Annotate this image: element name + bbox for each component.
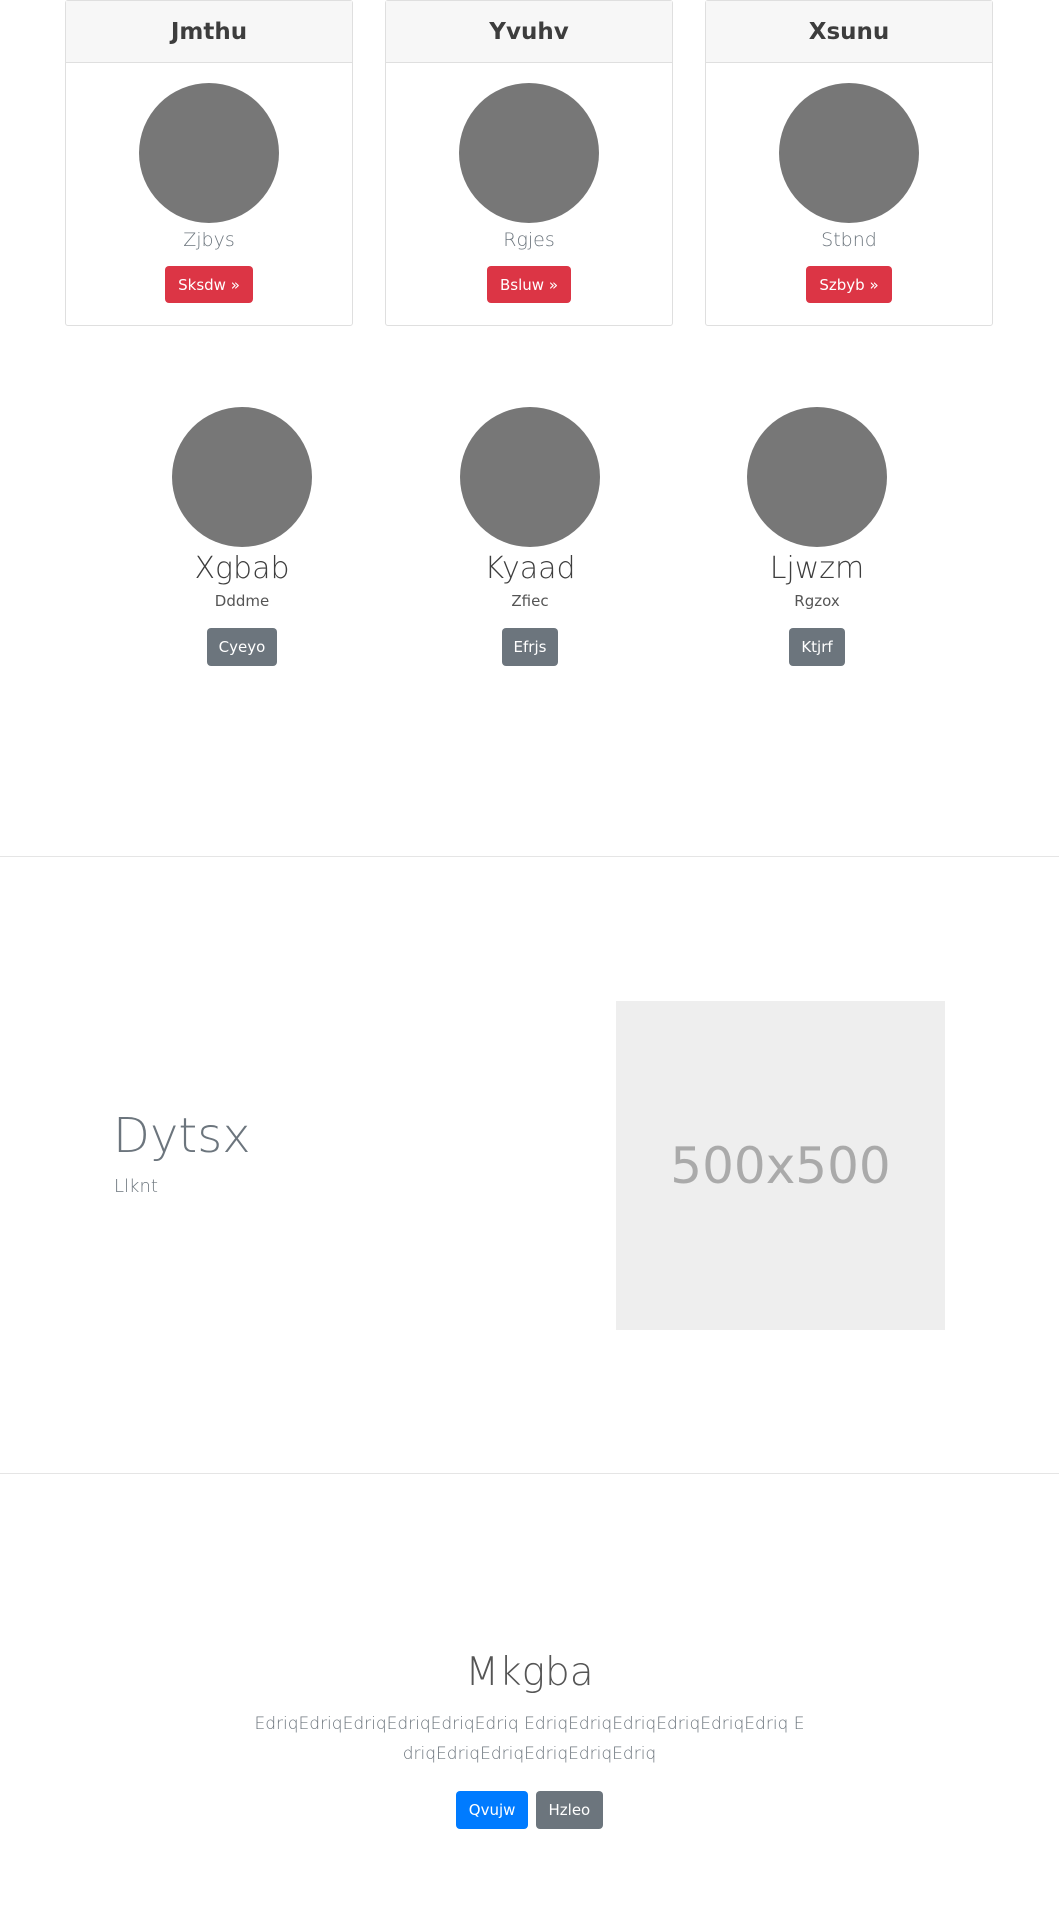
- member-button[interactable]: Efrjs: [501, 628, 559, 666]
- section-divider: [0, 856, 1059, 857]
- member-name: Ljwzm: [769, 551, 865, 586]
- team-member-2: Kyaad Zfiec Efrjs: [430, 407, 630, 666]
- member-name: Xgbab: [194, 551, 290, 586]
- member-name: Kyaad: [484, 551, 576, 586]
- placeholder-image-label: 500x500: [670, 1136, 891, 1195]
- hero-actions: Qvujw Hzleo: [0, 1791, 1059, 1829]
- card-1: Jmthu Zjbys Sksdw »: [65, 0, 353, 326]
- avatar: [460, 407, 600, 547]
- member-role: Zfiec: [511, 592, 549, 610]
- team-member-1: Xgbab Dddme Cyeyo: [142, 407, 342, 666]
- card-action-button[interactable]: Sksdw »: [165, 266, 253, 303]
- card-3: Xsunu Stbnd Szbyb »: [705, 0, 993, 326]
- hero-secondary-button[interactable]: Hzleo: [535, 1791, 604, 1829]
- member-role: Rgzox: [794, 592, 840, 610]
- avatar: [779, 83, 919, 223]
- avatar: [139, 83, 279, 223]
- card-action-button[interactable]: Szbyb »: [806, 266, 892, 303]
- card-subtitle: Stbnd: [821, 229, 877, 251]
- section-divider: [0, 1473, 1059, 1474]
- card-subtitle: Rgjes: [503, 229, 555, 251]
- feature-subtitle: Llknt: [114, 1176, 158, 1197]
- member-role: Dddme: [214, 592, 270, 610]
- hero-section: Mkgba EdriqEdriqEdriqEdriqEdriqEdriq Edr…: [0, 1650, 1059, 1829]
- card-header: Xsunu: [706, 1, 992, 63]
- placeholder-image: 500x500: [616, 1001, 945, 1330]
- card-action-button[interactable]: Bsluw »: [487, 266, 571, 303]
- avatar: [459, 83, 599, 223]
- team-member-3: Ljwzm Rgzox Ktjrf: [717, 407, 917, 666]
- avatar: [172, 407, 312, 547]
- avatar: [747, 407, 887, 547]
- hero-title: Mkgba: [465, 1650, 594, 1695]
- card-2: Yvuhv Rgjes Bsluw »: [385, 0, 673, 326]
- card-header: Yvuhv: [386, 1, 672, 63]
- feature-title: Dytsx: [113, 1108, 251, 1164]
- member-button[interactable]: Cyeyo: [206, 628, 278, 666]
- hero-primary-button[interactable]: Qvujw: [455, 1791, 529, 1829]
- member-button[interactable]: Ktjrf: [789, 628, 845, 666]
- hero-text: EdriqEdriqEdriqEdriqEdriqEdriq EdriqEdri…: [254, 1714, 805, 1764]
- card-header: Jmthu: [66, 1, 352, 63]
- card-subtitle: Zjbys: [183, 229, 235, 251]
